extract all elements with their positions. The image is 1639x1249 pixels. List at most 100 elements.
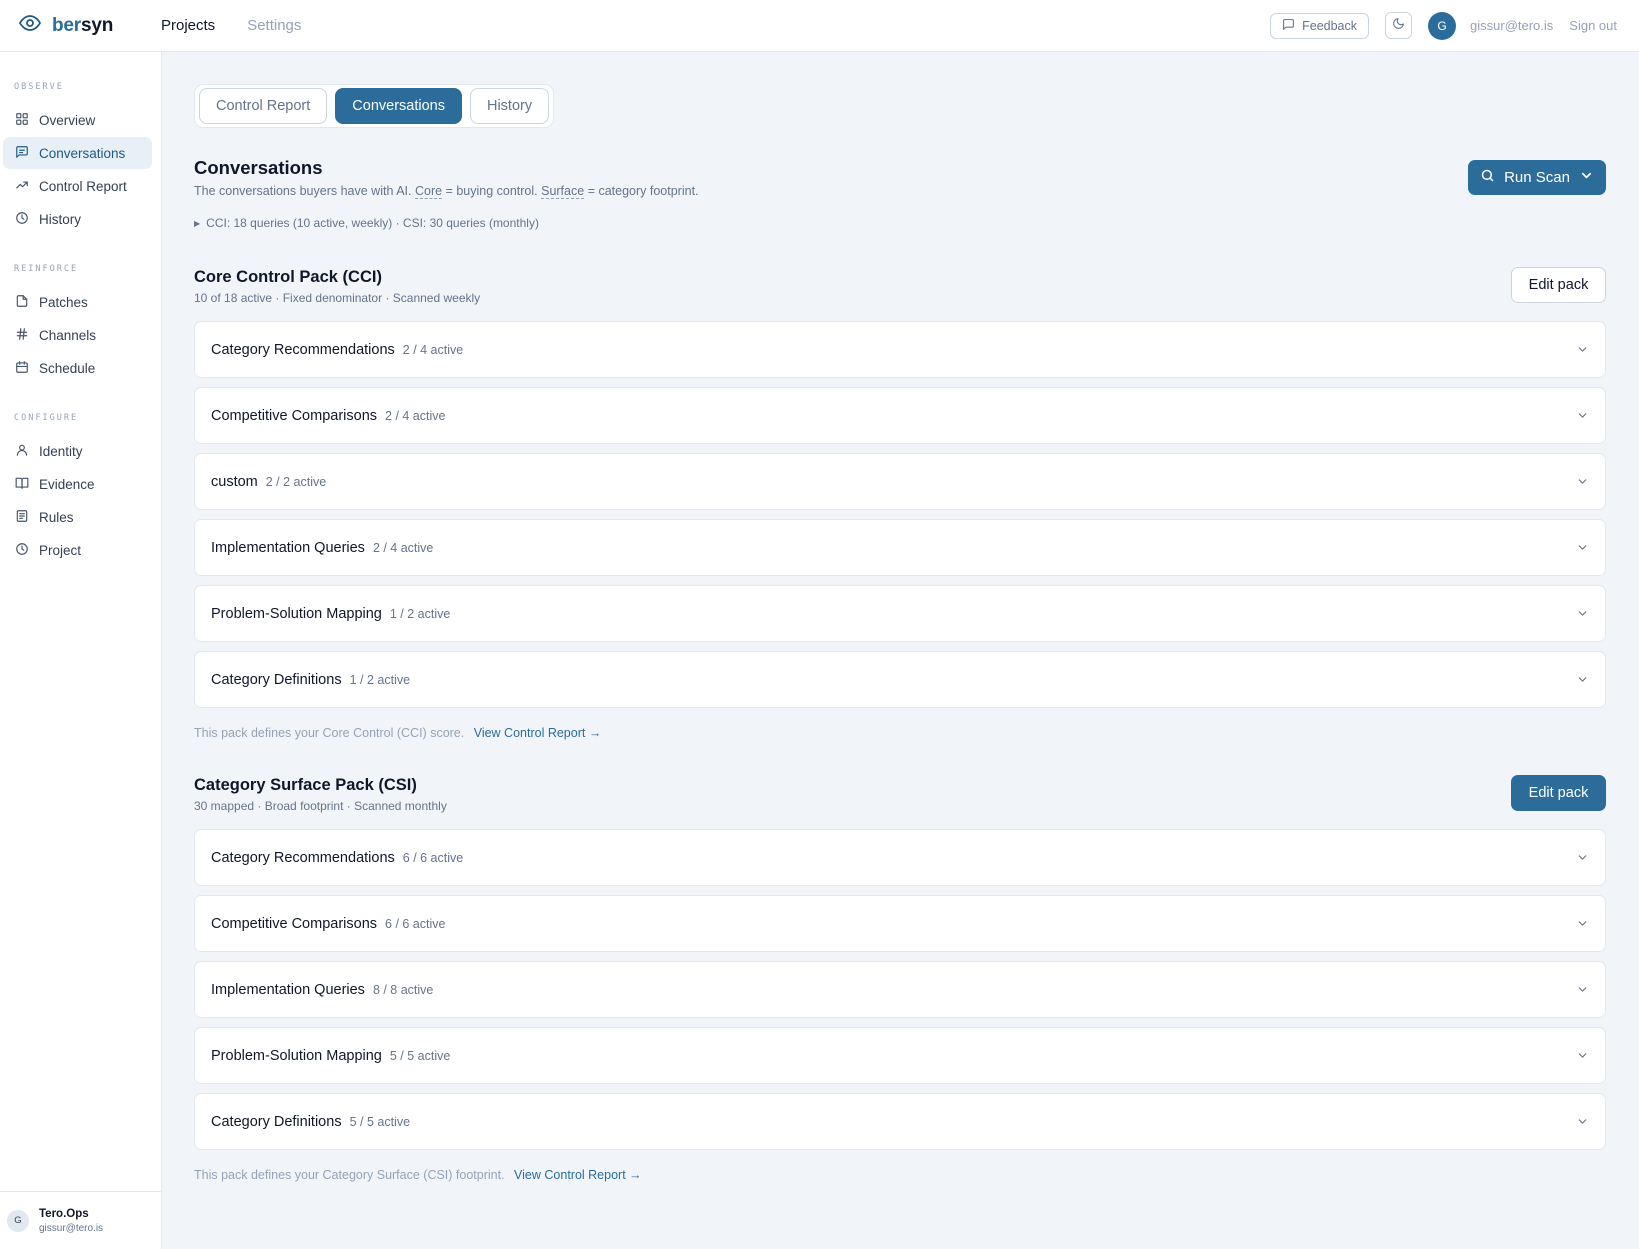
clock-icon — [15, 542, 39, 559]
sidebar-item-rules[interactable]: Rules — [3, 501, 152, 533]
brand-logo: bersyn — [52, 14, 114, 36]
page-subtitle: The conversations buyers have with AI. C… — [194, 184, 699, 199]
sidebar-item-channels[interactable]: Channels — [3, 319, 152, 351]
csi-category-list: Category Recommendations 6 / 6 active Comp… — [194, 829, 1606, 1159]
account-name: Tero.Ops — [39, 1207, 89, 1220]
top-nav: Projects Settings — [161, 17, 301, 34]
chevron-down-icon[interactable] — [1576, 1049, 1589, 1062]
tab-history[interactable]: History — [469, 88, 550, 124]
sidebar-item-overview[interactable]: Overview — [3, 104, 152, 136]
chevron-down-icon[interactable] — [1576, 409, 1589, 422]
triangle-right-icon: ▶ — [194, 218, 201, 228]
sidebar-item-label: Evidence — [39, 476, 95, 492]
category-name: Implementation Queries — [211, 539, 365, 556]
chevron-down-icon[interactable] — [1576, 917, 1589, 930]
pack-meta: 10 of 18 active · Fixed denominator · Sc… — [194, 291, 481, 305]
chevron-down-icon[interactable] — [1576, 983, 1589, 996]
surface-desc: = category footprint. — [587, 184, 699, 198]
sidebar-item-evidence[interactable]: Evidence — [3, 468, 152, 500]
tab-bar: Control Report Conversations History — [194, 84, 555, 128]
feedback-button[interactable]: Feedback — [1270, 12, 1370, 39]
grid-icon — [15, 112, 39, 129]
category-row[interactable]: Category Recommendations 2 / 4 active — [194, 321, 1606, 378]
run-scan-button[interactable]: Run Scan — [1468, 160, 1606, 195]
category-row[interactable]: Category Recommendations 6 / 6 active — [194, 829, 1606, 886]
signout-link[interactable]: Sign out — [1569, 18, 1617, 33]
category-name: Category Recommendations — [211, 849, 395, 866]
account-info: Tero.Ops gissur@tero.is — [39, 1208, 103, 1234]
category-row[interactable]: Problem-Solution Mapping 1 / 2 active — [194, 585, 1606, 642]
chevron-down-icon[interactable] — [1576, 343, 1589, 356]
category-name: Problem-Solution Mapping — [211, 1047, 382, 1064]
category-name: custom — [211, 473, 258, 490]
search-icon — [1480, 168, 1495, 187]
sidebar-item-label: Identity — [39, 443, 83, 459]
avatar[interactable]: G — [1428, 11, 1457, 40]
chevron-down-icon[interactable] — [1576, 673, 1589, 686]
category-row[interactable]: Competitive Comparisons 6 / 6 active — [194, 895, 1606, 952]
category-row[interactable]: Implementation Queries 2 / 4 active — [194, 519, 1606, 576]
active-count: 1 / 2 active — [349, 672, 411, 687]
trending-icon — [15, 178, 39, 195]
category-row[interactable]: Category Definitions 1 / 2 active — [194, 651, 1606, 708]
pack-meta: 30 mapped · Broad footprint · Scanned mo… — [194, 799, 447, 813]
active-count: 8 / 8 active — [372, 982, 434, 997]
active-count: 5 / 5 active — [389, 1048, 451, 1063]
brand[interactable]: bersyn — [18, 11, 143, 40]
chevron-down-icon[interactable] — [1576, 607, 1589, 620]
active-count: 6 / 6 active — [385, 916, 446, 931]
sidebar-item-identity[interactable]: Identity — [3, 435, 152, 467]
sidebar-item-conversations[interactable]: Conversations — [3, 137, 152, 169]
query-summary-toggle[interactable]: ▶ CCI: 18 queries (10 active, weekly) · … — [194, 216, 539, 230]
sidebar-item-label: Schedule — [39, 360, 96, 376]
active-count: 2 / 4 active — [385, 408, 446, 423]
theme-toggle-button[interactable] — [1385, 12, 1413, 39]
category-row[interactable]: Implementation Queries 8 / 8 active — [194, 961, 1606, 1018]
query-summary: CCI: 18 queries (10 active, weekly) · CS… — [206, 216, 539, 230]
edit-pack-button[interactable]: Edit pack — [1511, 267, 1606, 303]
surface-term[interactable]: Surface — [541, 184, 585, 199]
sidebar-item-control-report[interactable]: Control Report — [3, 170, 152, 202]
nav-projects[interactable]: Projects — [161, 17, 215, 34]
active-count: 5 / 5 active — [349, 1114, 411, 1129]
category-name: Category Definitions — [211, 671, 342, 688]
view-control-report-link[interactable]: View Control Report → — [514, 1168, 642, 1182]
chevron-down-icon[interactable] — [1576, 1115, 1589, 1128]
message-icon — [1282, 18, 1295, 34]
csi-pack-footer: This pack defines your Category Surface … — [194, 1168, 642, 1182]
top-right: Feedback G gissur@tero.is Sign out — [1270, 11, 1617, 40]
view-control-report-link[interactable]: View Control Report → — [474, 726, 602, 740]
cci-pack-footer: This pack defines your Core Control (CCI… — [194, 726, 601, 740]
avatar: G — [7, 1209, 29, 1232]
chevron-down-icon[interactable] — [1576, 851, 1589, 864]
category-name: Category Recommendations — [211, 341, 395, 358]
sidebar-footer[interactable]: G Tero.Ops gissur@tero.is — [0, 1191, 162, 1249]
core-term[interactable]: Core — [414, 184, 443, 199]
active-count: 2 / 4 active — [372, 540, 434, 555]
user-email: gissur@tero.is — [1470, 18, 1554, 33]
sidebar-item-label: Rules — [39, 509, 74, 525]
csi-pack-header: Category Surface Pack (CSI) 30 mapped · … — [194, 775, 1606, 813]
sidebar-item-label: Control Report — [39, 178, 127, 194]
section-label-reinforce: REINFORCE — [14, 264, 79, 274]
tab-conversations[interactable]: Conversations — [335, 88, 462, 124]
sidebar-item-label: Project — [39, 542, 82, 558]
pack-footer-text: This pack defines your Core Control (CCI… — [194, 726, 465, 740]
category-row[interactable]: Competitive Comparisons 2 / 4 active — [194, 387, 1606, 444]
chevron-down-icon[interactable] — [1576, 541, 1589, 554]
category-row[interactable]: Problem-Solution Mapping 5 / 5 active — [194, 1027, 1606, 1084]
sidebar-item-project[interactable]: Project — [3, 534, 152, 566]
category-row[interactable]: Category Definitions 5 / 5 active — [194, 1093, 1606, 1150]
edit-pack-button[interactable]: Edit pack — [1511, 775, 1606, 811]
book-icon — [15, 476, 39, 493]
category-row[interactable]: custom 2 / 2 active — [194, 453, 1606, 510]
sidebar-item-label: Overview — [39, 112, 96, 128]
sidebar-item-history[interactable]: History — [3, 203, 152, 235]
nav-settings[interactable]: Settings — [247, 17, 301, 34]
tab-control-report[interactable]: Control Report — [199, 88, 328, 124]
cci-pack-header: Core Control Pack (CCI) 10 of 18 active … — [194, 267, 1606, 305]
sidebar-item-patches[interactable]: Patches — [3, 286, 152, 318]
sidebar-item-schedule[interactable]: Schedule — [3, 352, 152, 384]
chevron-down-icon[interactable] — [1576, 475, 1589, 488]
chevron-down-icon — [1579, 168, 1594, 187]
